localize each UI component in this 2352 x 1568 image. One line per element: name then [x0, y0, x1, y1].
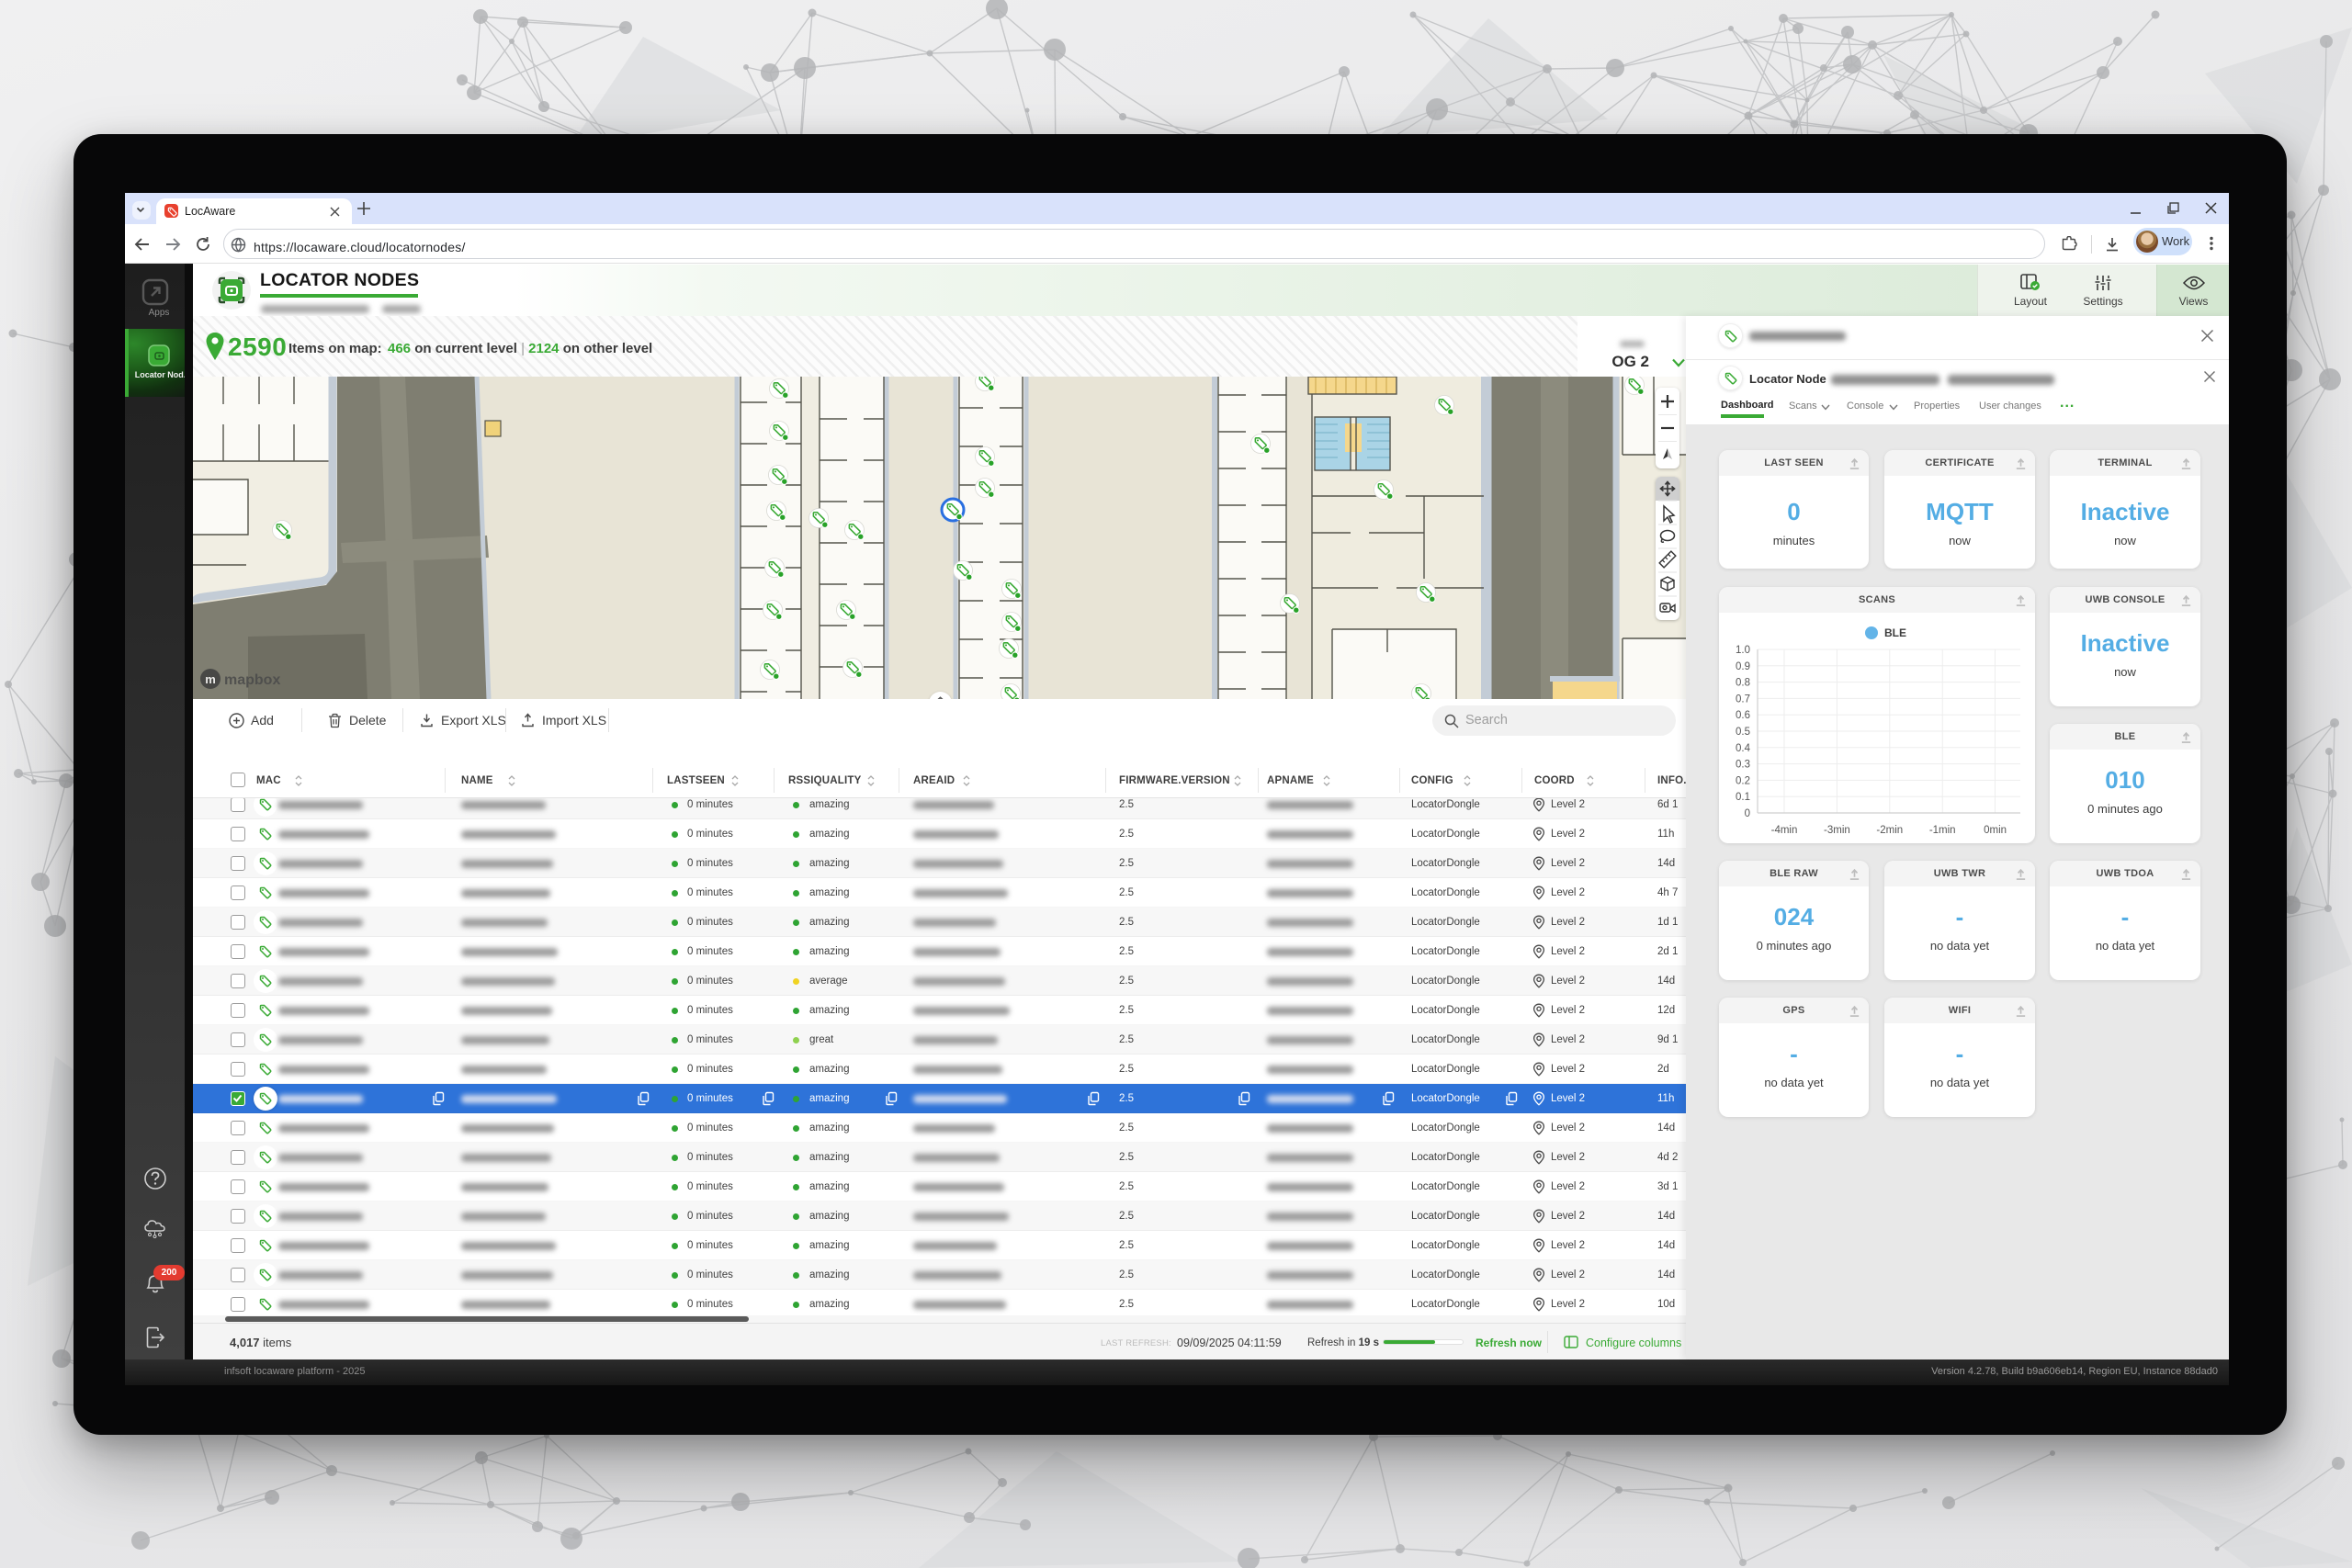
svg-text:0.8: 0.8 — [1736, 678, 1750, 689]
svg-text:-2min: -2min — [1876, 825, 1903, 836]
svg-text:-3min: -3min — [1824, 825, 1850, 836]
svg-text:0.5: 0.5 — [1736, 727, 1750, 738]
svg-text:0.6: 0.6 — [1736, 710, 1750, 721]
svg-text:0.1: 0.1 — [1736, 792, 1750, 803]
svg-text:0min: 0min — [1984, 825, 2007, 836]
svg-text:-1min: -1min — [1929, 825, 1956, 836]
svg-text:0.3: 0.3 — [1736, 760, 1750, 771]
svg-text:0.4: 0.4 — [1736, 743, 1751, 754]
svg-text:-4min: -4min — [1771, 825, 1798, 836]
svg-text:0.2: 0.2 — [1736, 775, 1750, 786]
svg-text:0.9: 0.9 — [1736, 661, 1750, 672]
svg-text:1.0: 1.0 — [1736, 645, 1750, 656]
svg-text:mapbox: mapbox — [224, 672, 280, 688]
svg-text:0: 0 — [1745, 808, 1750, 819]
svg-text:BLE: BLE — [1884, 626, 1906, 639]
svg-text:0.7: 0.7 — [1736, 694, 1750, 705]
svg-text:m: m — [205, 672, 216, 686]
